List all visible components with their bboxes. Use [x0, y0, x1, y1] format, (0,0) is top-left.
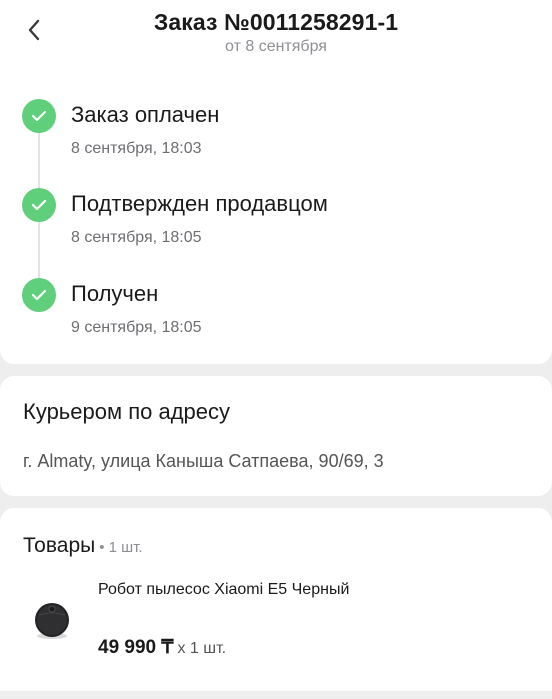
delivery-address: г. Almaty, улица Каныша Сатпаева, 90/69,… — [23, 451, 384, 471]
goods-card: Товары • 1 шт. Робот пылесос Xiaomi E5 Че… — [0, 508, 552, 691]
status-step-time: 8 сентября, 18:05 — [71, 229, 202, 246]
status-step: Заказ оплачен 8 сентября, 18:03 — [0, 99, 552, 169]
product-name[interactable]: Робот пылесос Xiaomi E5 Черный — [98, 581, 349, 599]
status-step: Подтвержден продавцом 8 сентября, 18:05 — [0, 188, 552, 258]
status-step-time: 8 сентября, 18:03 — [71, 140, 202, 157]
goods-title: Товары — [23, 534, 96, 557]
delivery-card: Курьером по адресу г. Almaty, улица Каны… — [0, 376, 552, 496]
product-price: 49 990 ₸ — [98, 637, 174, 658]
delivery-method: Курьером по адресу — [23, 399, 231, 424]
order-status-card: Заказ №0011258291-1 от 8 сентября Заказ … — [0, 0, 552, 364]
goods-header: Товары • 1 шт. — [23, 534, 143, 558]
status-step-title: Заказ оплачен — [71, 102, 220, 127]
product-price-row: 49 990 ₸ x 1 шт. — [98, 636, 226, 659]
status-step-title: Подтвержден продавцом — [71, 191, 328, 216]
check-icon — [22, 278, 56, 312]
status-step-time: 9 сентября, 18:05 — [71, 319, 202, 336]
check-icon — [22, 188, 56, 222]
status-step-title: Получен — [71, 281, 159, 306]
robot-vacuum-icon — [35, 603, 69, 639]
check-icon — [22, 99, 56, 133]
goods-count: • 1 шт. — [99, 539, 143, 556]
status-step: Получен 9 сентября, 18:05 — [0, 278, 552, 348]
product-image[interactable] — [29, 598, 75, 644]
product-quantity: x 1 шт. — [177, 640, 227, 657]
order-date: от 8 сентября — [225, 38, 327, 55]
page-title: Заказ №0011258291-1 — [153, 9, 399, 35]
